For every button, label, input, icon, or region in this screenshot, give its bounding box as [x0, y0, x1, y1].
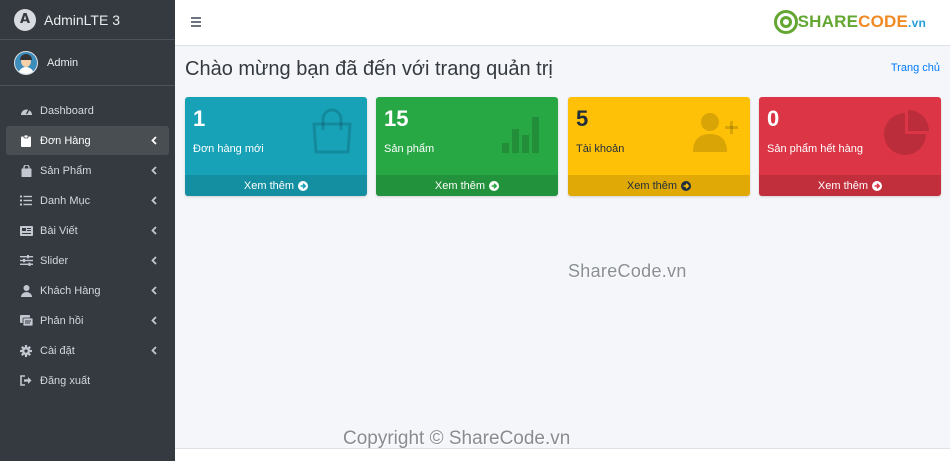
box-value: 1: [193, 106, 206, 131]
sidebar-item-label: Slider: [40, 254, 69, 267]
newspaper-icon: [19, 225, 33, 236]
box-link-label: Xem thêm: [817, 179, 869, 192]
logo-part-tld: .vn: [908, 16, 926, 30]
chevron-left-icon: [149, 256, 159, 265]
sidebar-item-label: Khách Hàng: [40, 284, 101, 297]
hamburger-icon[interactable]: [191, 17, 201, 27]
box-value: 0: [767, 106, 780, 131]
brand-logo-letter: A: [19, 12, 31, 27]
box-label: Sản phẩm: [384, 143, 435, 155]
box-label: Tài khoản: [576, 143, 625, 155]
avatar: [14, 50, 38, 75]
sidebar-item-customers[interactable]: Khách Hàng: [6, 276, 169, 305]
sign-out-icon: [19, 375, 33, 386]
gear-icon: [19, 344, 33, 357]
page-title: Chào mừng bạn đã đến với trang quản trị: [185, 58, 553, 80]
sidebar-item-products[interactable]: Sản Phẩm: [6, 156, 169, 185]
arrow-circle-right-icon: [489, 180, 500, 191]
box-value: 15: [384, 106, 409, 131]
box-label: Đơn hàng mới: [193, 143, 264, 155]
box-label: Sản phẩm hết hàng: [767, 143, 864, 155]
chevron-left-icon: [149, 136, 159, 145]
brand-logo-icon: A: [14, 8, 36, 31]
sidebar-item-logout[interactable]: Đăng xuất: [6, 366, 169, 395]
sidebar-item-orders[interactable]: Đơn Hàng: [6, 126, 169, 155]
box-link-label: Xem thêm: [243, 179, 295, 192]
shopping-bag-icon: [19, 164, 33, 177]
box-more-info-link[interactable]: Xem thêm: [568, 175, 750, 196]
user-name: Admin: [47, 56, 79, 69]
chevron-left-icon: [149, 166, 159, 175]
sidebar-item-label: Danh Mục: [40, 194, 91, 207]
small-box-new-orders: 1 Đơn hàng mới Xem thêm: [185, 97, 367, 196]
sidebar-item-label: Dashboard: [40, 104, 94, 117]
arrow-circle-right-icon: [681, 180, 692, 191]
box-link-label: Xem thêm: [626, 179, 678, 192]
logo-part-share: SHARE: [797, 12, 859, 31]
sidebar-item-slider[interactable]: Slider: [6, 246, 169, 275]
sidebar-nav: Dashboard Đơn Hàng Sản Phẩm Danh Mục Bài…: [0, 96, 175, 395]
sidebar-item-settings[interactable]: Cài đặt: [6, 336, 169, 365]
chevron-left-icon: [149, 316, 159, 325]
user-plus-icon: [693, 113, 738, 152]
sidebar-item-categories[interactable]: Danh Mục: [6, 186, 169, 215]
sidebar-item-dashboard[interactable]: Dashboard: [6, 96, 169, 125]
bar-chart-icon: [502, 117, 539, 153]
sidebar-item-label: Cài đặt: [40, 344, 75, 357]
chevron-left-icon: [149, 196, 159, 205]
clipboard-icon: [19, 134, 33, 147]
sharecode-logo-icon: [773, 10, 798, 34]
sidebar-item-feedback[interactable]: Phản hồi: [6, 306, 169, 335]
chevron-left-icon: [149, 286, 159, 295]
box-value: 5: [576, 106, 589, 131]
list-icon: [19, 195, 33, 206]
main-content: Chào mừng bạn đã đến với trang quản trị …: [175, 46, 950, 449]
chevron-left-icon: [149, 346, 159, 355]
sidebar-item-label: Phản hồi: [40, 314, 84, 327]
dashboard-icon: [19, 105, 33, 117]
copyright-text: Copyright © ShareCode.vn: [343, 428, 571, 449]
brand-link[interactable]: A AdminLTE 3: [0, 0, 175, 40]
footer-bar: [175, 448, 950, 461]
user-panel[interactable]: Admin: [0, 40, 175, 86]
brand-name: AdminLTE 3: [44, 11, 120, 28]
pie-chart-icon: [884, 110, 929, 155]
feedback-icon: [19, 315, 33, 326]
box-more-info-link[interactable]: Xem thêm: [185, 175, 367, 196]
logo-part-code: CODE: [858, 12, 909, 31]
box-more-info-link[interactable]: Xem thêm: [376, 175, 558, 196]
box-more-info-link[interactable]: Xem thêm: [759, 175, 941, 196]
sharecode-logo: SHARECODE.vn: [773, 10, 926, 34]
shopping-bag-icon: [312, 108, 352, 154]
sliders-icon: [19, 255, 33, 266]
box-link-label: Xem thêm: [434, 179, 486, 192]
top-navbar: SHARECODE.vn: [175, 0, 950, 46]
sidebar-item-label: Sản Phẩm: [40, 164, 92, 177]
arrow-circle-right-icon: [872, 180, 883, 191]
small-box-accounts: 5 Tài khoản Xem thêm: [568, 97, 750, 196]
small-box-products: 15 Sản phẩm Xem thêm: [376, 97, 558, 196]
sidebar: A AdminLTE 3 Admin Dashboard Đơn Hàng Sả…: [0, 0, 175, 461]
sidebar-item-posts[interactable]: Bài Viết: [6, 216, 169, 245]
watermark-text: ShareCode.vn: [568, 261, 687, 281]
user-icon: [19, 284, 33, 297]
arrow-circle-right-icon: [298, 180, 309, 191]
breadcrumb-home-link[interactable]: Trang chủ: [891, 62, 940, 74]
sidebar-item-label: Đơn Hàng: [40, 134, 91, 147]
sidebar-item-label: Đăng xuất: [40, 374, 91, 387]
sidebar-item-label: Bài Viết: [40, 224, 78, 237]
chevron-left-icon: [149, 226, 159, 235]
small-box-out-of-stock: 0 Sản phẩm hết hàng Xem thêm: [759, 97, 941, 196]
